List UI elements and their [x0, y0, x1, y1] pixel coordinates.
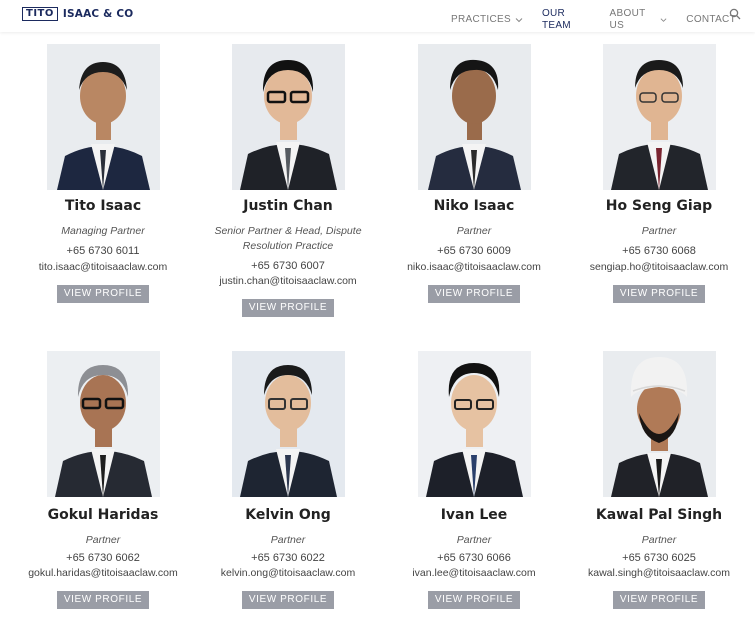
view-profile-button[interactable]: VIEW PROFILE: [242, 299, 334, 317]
view-profile-button[interactable]: VIEW PROFILE: [428, 591, 520, 609]
portrait-photo[interactable]: [418, 44, 531, 190]
member-role: Partner: [641, 534, 677, 546]
chevron-down-icon: [515, 18, 523, 23]
member-name: Gokul Haridas: [47, 507, 159, 523]
portrait-photo[interactable]: [603, 44, 716, 190]
member-email[interactable]: tito.isaac@titoisaaclaw.com: [10, 261, 196, 273]
logo-box: TITO: [22, 7, 58, 21]
member-role: Partner: [85, 534, 121, 546]
member-email[interactable]: niko.isaac@titoisaaclaw.com: [381, 261, 567, 273]
member-phone: +65 6730 6007: [251, 260, 325, 272]
portrait-photo[interactable]: [603, 351, 716, 497]
member-email[interactable]: gokul.haridas@titoisaaclaw.com: [10, 567, 196, 579]
member-phone: +65 6730 6062: [66, 552, 140, 564]
member-phone: +65 6730 6022: [251, 552, 325, 564]
member-email[interactable]: kelvin.ong@titoisaaclaw.com: [195, 567, 381, 579]
portrait-image: [232, 44, 345, 190]
view-profile-button[interactable]: VIEW PROFILE: [57, 285, 149, 303]
member-role: Partner: [456, 225, 492, 237]
member-name: Kawal Pal Singh: [595, 507, 723, 523]
site-header: TITO ISAAC & CO PRACTICES OUR TEAM ABOUT…: [0, 0, 755, 32]
member-name: Justin Chan: [243, 198, 333, 214]
team-member-card: Justin Chan Senior Partner & Head, Dispu…: [195, 44, 381, 324]
team-member-card: Ivan Lee Partner +65 6730 6066 ivan.lee@…: [381, 351, 567, 613]
member-name: Ivan Lee: [440, 507, 508, 523]
view-profile-button[interactable]: VIEW PROFILE: [613, 285, 705, 303]
member-role: Managing Partner: [61, 225, 145, 237]
team-member-card: Gokul Haridas Partner +65 6730 6062 goku…: [10, 351, 196, 613]
team-member-card: Kelvin Ong Partner +65 6730 6022 kelvin.…: [195, 351, 381, 613]
team-member-card: Niko Isaac Partner +65 6730 6009 niko.is…: [381, 44, 567, 314]
portrait-photo[interactable]: [232, 44, 345, 190]
team-member-card: Ho Seng Giap Partner +65 6730 6068 sengi…: [566, 44, 752, 314]
chevron-down-icon: [660, 18, 667, 22]
nav-our-team-label: OUR TEAM: [541, 8, 571, 31]
member-role: Senior Partner & Head, Dispute Resolutio…: [214, 225, 362, 252]
member-phone: +65 6730 6066: [437, 552, 511, 564]
member-phone: +65 6730 6068: [622, 245, 696, 257]
member-role: Partner: [270, 534, 306, 546]
member-email[interactable]: kawal.singh@titoisaaclaw.com: [566, 567, 752, 579]
logo-text: ISAAC & CO: [62, 8, 134, 20]
member-email[interactable]: ivan.lee@titoisaaclaw.com: [381, 567, 567, 579]
view-profile-button[interactable]: VIEW PROFILE: [242, 591, 334, 609]
team-member-card: Tito Isaac Managing Partner +65 6730 601…: [10, 44, 196, 314]
portrait-photo[interactable]: [418, 351, 531, 497]
member-name: Tito Isaac: [64, 198, 142, 214]
portrait-image: [232, 351, 345, 497]
member-email[interactable]: justin.chan@titoisaaclaw.com: [195, 275, 381, 287]
nav-our-team[interactable]: OUR TEAM: [542, 8, 591, 32]
member-phone: +65 6730 6011: [66, 245, 140, 257]
portrait-image: [603, 351, 716, 497]
search-icon[interactable]: [729, 8, 741, 20]
member-name: Ho Seng Giap: [605, 198, 713, 214]
portrait-image: [603, 44, 716, 190]
portrait-photo[interactable]: [47, 44, 160, 190]
member-email[interactable]: sengiap.ho@titoisaaclaw.com: [566, 261, 752, 273]
portrait-photo[interactable]: [232, 351, 345, 497]
view-profile-button[interactable]: VIEW PROFILE: [428, 285, 520, 303]
member-role: Partner: [456, 534, 492, 546]
portrait-image: [418, 44, 531, 190]
view-profile-button[interactable]: VIEW PROFILE: [57, 591, 149, 609]
nav-practices-label: PRACTICES: [451, 14, 511, 25]
member-phone: +65 6730 6025: [622, 552, 696, 564]
main-nav: PRACTICES OUR TEAM ABOUT US CONTACT: [451, 8, 755, 32]
member-phone: +65 6730 6009: [437, 245, 511, 257]
portrait-photo[interactable]: [47, 351, 160, 497]
member-name: Kelvin Ong: [245, 507, 331, 523]
member-name: Niko Isaac: [433, 198, 515, 214]
site-logo[interactable]: TITO ISAAC & CO: [22, 7, 133, 21]
portrait-image: [47, 351, 160, 497]
member-role: Partner: [641, 225, 677, 237]
nav-about-us[interactable]: ABOUT US: [610, 8, 668, 32]
team-member-card: Kawal Pal Singh Partner +65 6730 6025 ka…: [566, 351, 752, 613]
portrait-image: [47, 44, 160, 190]
nav-practices[interactable]: PRACTICES: [451, 14, 523, 26]
portrait-image: [418, 351, 531, 497]
nav-about-us-label: ABOUT US: [609, 8, 646, 31]
view-profile-button[interactable]: VIEW PROFILE: [613, 591, 705, 609]
